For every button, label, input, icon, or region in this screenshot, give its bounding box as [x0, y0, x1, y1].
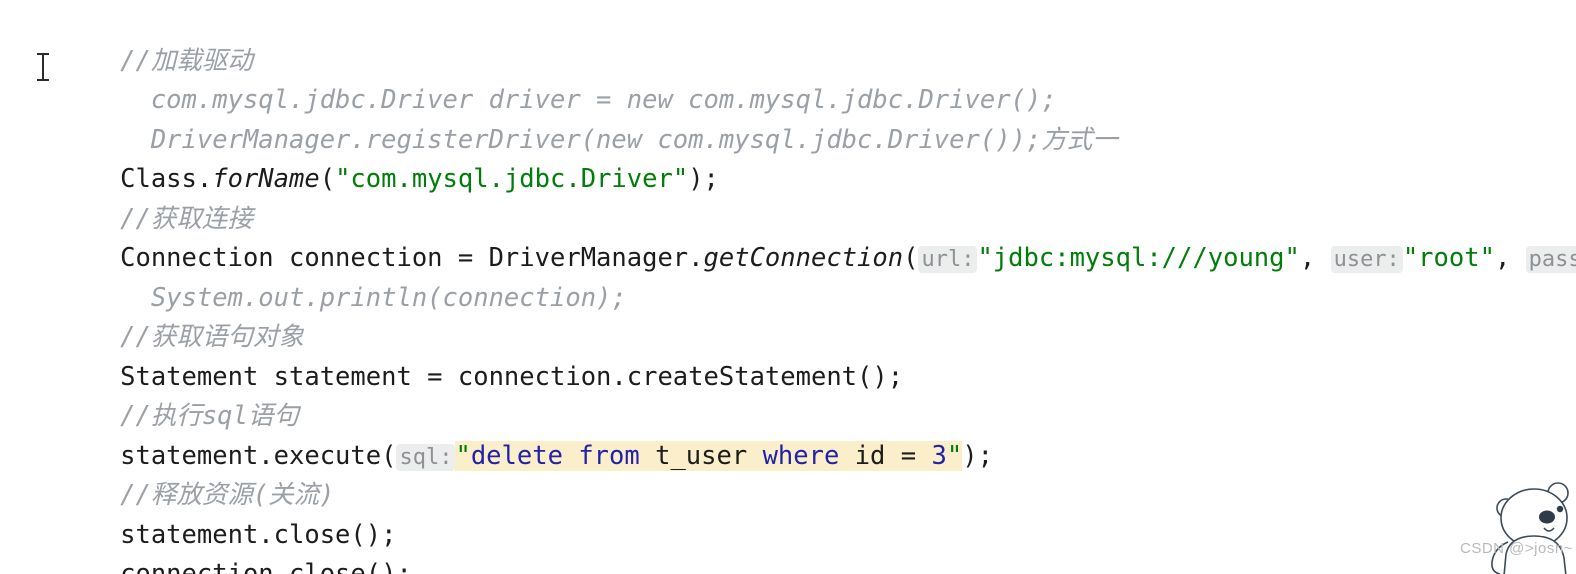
code-content[interactable]: //加载驱动 com.mysql.jdbc.Driver driver = ne…	[0, 0, 1576, 574]
sql-keyword-delete: delete	[470, 440, 563, 471]
comment-text: //获取语句对象	[120, 322, 304, 352]
commented-code-text: DriverManager.registerDriver(new com.mys…	[120, 124, 1118, 155]
driver-class-string: "com.mysql.jdbc.Driver"	[335, 164, 689, 194]
quote-open: "	[455, 440, 471, 471]
space-4	[640, 441, 655, 471]
arg-comma: ,	[1299, 243, 1316, 273]
comment-text: //获取连接	[120, 203, 253, 234]
inlay-hint-user[interactable]: user:	[1330, 246, 1403, 273]
paren-open: (	[381, 440, 397, 471]
quote-close: "	[946, 440, 963, 471]
paren-close-semicolon: );	[688, 164, 719, 194]
sql-column-id: id	[854, 440, 886, 471]
space-5	[747, 441, 762, 471]
commented-code-text: System.out.println(connection);	[120, 282, 627, 313]
method-name-forname: forName	[212, 164, 320, 194]
paren-open: (	[319, 164, 336, 194]
sql-injected-string[interactable]: "delete from t_user where id = 3"	[455, 440, 963, 471]
sql-keyword-from: from	[578, 440, 640, 471]
arg-comma: ,	[1494, 243, 1511, 273]
space-3	[563, 441, 578, 471]
space-6	[839, 441, 854, 471]
statement-execute-prefix: statement.execute	[120, 440, 382, 471]
code-line-comment-load-driver[interactable]: //加载驱动	[0, 2, 1576, 76]
commented-code-text: com.mysql.jdbc.Driver driver = new com.m…	[120, 85, 1057, 115]
paren-open: (	[903, 243, 919, 273]
space-2	[1510, 243, 1525, 273]
create-statement-text: Statement statement = connection.createS…	[120, 361, 904, 392]
space-1	[1315, 243, 1330, 273]
db-user-string: "root"	[1402, 243, 1495, 273]
method-name-getconnection: getConnection	[703, 243, 904, 273]
connection-decl-prefix: Connection connection = DriverManager.	[120, 243, 704, 273]
inlay-hint-password[interactable]: passwor	[1525, 246, 1576, 273]
inlay-hint-url[interactable]: url:	[918, 246, 978, 273]
sql-operator-equals: =	[900, 440, 917, 471]
sql-keyword-where: where	[762, 440, 840, 471]
sql-literal-number: 3	[931, 440, 947, 471]
jdbc-url-string: "jdbc:mysql:///young"	[977, 243, 1300, 273]
code-editor-canvas[interactable]: //加载驱动 com.mysql.jdbc.Driver driver = ne…	[0, 0, 1576, 574]
statement-close-text: statement.close();	[120, 519, 397, 550]
inlay-hint-sql[interactable]: sql:	[396, 443, 456, 471]
space-7	[885, 441, 900, 471]
connection-close-text: connection.close();	[120, 559, 412, 574]
comment-text: //执行sql语句	[120, 401, 299, 431]
comment-text: //释放资源(关流)	[120, 480, 335, 510]
comment-text: //加载驱动	[120, 45, 253, 76]
space-8	[916, 441, 931, 471]
class-forname-prefix: Class.	[120, 164, 213, 194]
paren-close-semicolon: );	[962, 440, 993, 471]
sql-table-name: t_user	[655, 440, 748, 471]
